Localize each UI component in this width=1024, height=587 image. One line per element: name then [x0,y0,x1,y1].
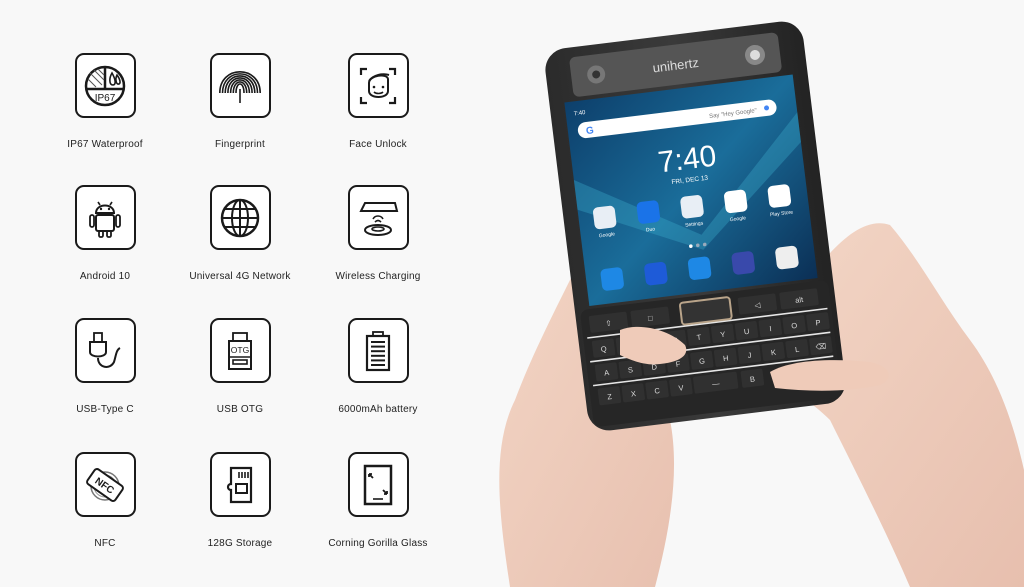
app-icon-google[interactable] [592,205,617,230]
ip67-waterproof-icon: IP67 [74,53,136,118]
key-label: ⇧ [605,318,612,328]
feature-128g-storage: 128G Storage [160,452,320,549]
feature-label: Universal 4G Network [189,271,291,282]
key-label: U [743,327,749,337]
feature-label: USB OTG [216,404,264,415]
svg-text:OTG: OTG [231,345,249,355]
feature-label: 128G Storage [207,538,273,549]
dock-messages-icon[interactable] [687,256,712,281]
feature-label: Wireless Charging [335,271,421,282]
svg-text:G: G [585,125,594,137]
fingerprint-icon [209,53,271,118]
feature-wireless-charging: Wireless Charging [298,185,458,282]
dock-camera-icon[interactable] [775,245,800,270]
feature-label: Corning Gorilla Glass [328,538,428,549]
app-icon-play-store[interactable] [767,184,792,209]
face-unlock-icon [347,53,409,118]
app-label: Duo [646,226,656,233]
feature-face-unlock: Face Unlock [298,53,458,150]
feature-label: Face Unlock [349,139,407,150]
key-label: ⌫ [815,341,827,351]
sd-card-icon [209,452,271,517]
app-icon-duo[interactable] [636,200,661,225]
feature-universal-4g-network: Universal 4G Network [160,185,320,282]
feature-6000mah-battery: 6000mAh battery [298,318,458,415]
android-icon [74,185,136,250]
dock-browser-icon[interactable] [731,251,756,276]
svg-text:IP67: IP67 [95,93,116,104]
fingerprint-sensor [679,296,733,326]
dock-phone-icon[interactable] [600,267,625,292]
app-icon-settings[interactable] [680,194,705,219]
battery-icon [347,318,409,383]
usb-otg-icon: OTG [209,318,271,383]
globe-icon [209,185,271,250]
usb-cable-icon [74,318,136,383]
feature-label: 6000mAh battery [338,404,418,415]
dock-contacts-icon[interactable] [644,261,669,286]
phone-in-hands-illustration: unihertz 7:40 G Say "Hey Google" 7:40 FR… [499,21,1024,587]
glass-screen-icon [347,452,409,517]
wireless-charging-icon [347,185,409,250]
key-label: H [723,353,729,363]
feature-label: Fingerprint [215,139,265,150]
home-clock: 7:40 [656,140,718,180]
feature-usb-otg: OTG USB OTG [160,318,320,415]
feature-fingerprint: Fingerprint [160,53,320,150]
app-icon-google[interactable] [723,189,748,214]
nfc-icon: NFC [74,452,136,517]
feature-corning-gorilla-glass: Corning Gorilla Glass [298,452,458,549]
